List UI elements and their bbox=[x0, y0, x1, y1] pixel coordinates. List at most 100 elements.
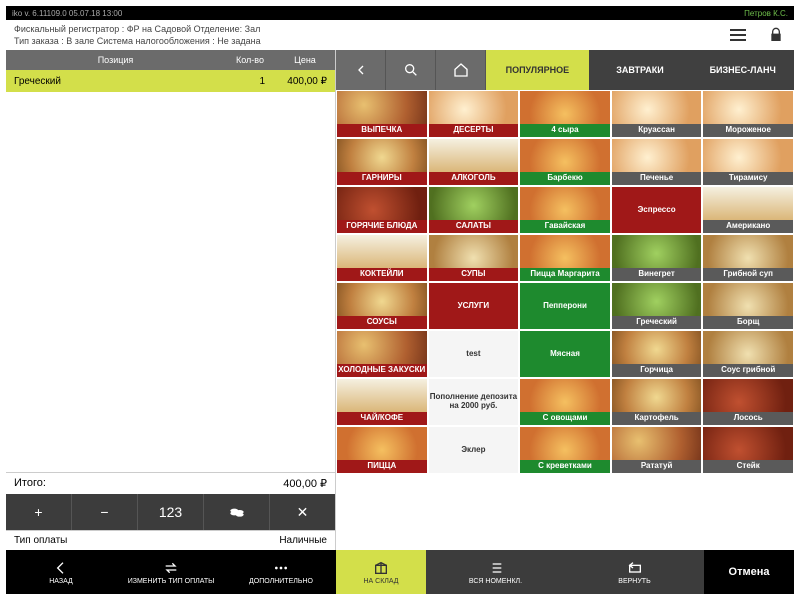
minus-button[interactable]: − bbox=[72, 494, 138, 530]
tile-label: ПИЦЦА bbox=[337, 460, 427, 473]
menu-panel: ПОПУЛЯРНОЕ ЗАВТРАКИ БИЗНЕС-ЛАНЧ ВЫПЕЧКАД… bbox=[336, 50, 794, 550]
tile-label: 4 сыра bbox=[520, 124, 610, 137]
tile-label: Горчица bbox=[612, 364, 702, 377]
order-row[interactable]: Греческий 1 400,00 ₽ bbox=[6, 70, 335, 92]
home-icon bbox=[453, 62, 469, 78]
category-tile[interactable]: ХОЛОДНЫЕ ЗАКУСКИ bbox=[336, 330, 428, 378]
box-icon bbox=[372, 560, 390, 576]
paytype-label: Тип оплаты bbox=[14, 535, 67, 546]
all-nomenclature-button[interactable]: ВСЯ НОМЕНКЛ. bbox=[426, 550, 565, 594]
col-qty: Кол-во bbox=[225, 55, 275, 65]
coins-button[interactable] bbox=[204, 494, 270, 530]
product-tile[interactable]: С овощами bbox=[519, 378, 611, 426]
product-tile[interactable]: Печенье bbox=[611, 138, 703, 186]
info-line-2: Тип заказа : В зале Система налогообложе… bbox=[14, 36, 261, 46]
return-button[interactable]: ВЕРНУТЬ bbox=[565, 550, 704, 594]
product-tile[interactable]: Грибной суп bbox=[702, 234, 794, 282]
tile-label: ЧАЙ/КОФЕ bbox=[337, 412, 427, 425]
product-tile[interactable]: Борщ bbox=[702, 282, 794, 330]
category-tile[interactable]: СУПЫ bbox=[428, 234, 520, 282]
category-tile[interactable]: УСЛУГИ bbox=[428, 282, 520, 330]
product-tile[interactable]: Пепперони bbox=[519, 282, 611, 330]
product-tile[interactable]: Американо bbox=[702, 186, 794, 234]
category-tile[interactable]: ДЕСЕРТЫ bbox=[428, 90, 520, 138]
tile-label: Круассан bbox=[612, 124, 702, 137]
tile-label: Лосось bbox=[703, 412, 793, 425]
product-tile[interactable]: С креветками bbox=[519, 426, 611, 474]
coins-icon bbox=[229, 504, 245, 520]
product-tile[interactable]: 4 сыра bbox=[519, 90, 611, 138]
product-tile[interactable]: Стейк bbox=[702, 426, 794, 474]
product-tile[interactable]: Винегрет bbox=[611, 234, 703, 282]
category-tile[interactable]: ЧАЙ/КОФЕ bbox=[336, 378, 428, 426]
change-payment-button[interactable]: ИЗМЕНИТЬ ТИП ОПЛАТЫ bbox=[116, 550, 226, 594]
product-tile[interactable]: Горчица bbox=[611, 330, 703, 378]
nav-back-button[interactable] bbox=[336, 50, 386, 90]
nav-home-button[interactable] bbox=[436, 50, 486, 90]
product-tile[interactable]: Барбекю bbox=[519, 138, 611, 186]
product-tile[interactable]: Пицца Маргарита bbox=[519, 234, 611, 282]
tile-label: С овощами bbox=[520, 412, 610, 425]
order-item-name: Греческий bbox=[10, 76, 221, 87]
tile-label: ДЕСЕРТЫ bbox=[429, 124, 519, 137]
clear-button[interactable]: ✕ bbox=[270, 494, 335, 530]
product-tile[interactable]: Круассан bbox=[611, 90, 703, 138]
category-tile[interactable]: ВЫПЕЧКА bbox=[336, 90, 428, 138]
tab-popular[interactable]: ПОПУЛЯРНОЕ bbox=[486, 50, 589, 90]
category-tile[interactable]: test bbox=[428, 330, 520, 378]
product-tile[interactable]: Соус грибной bbox=[702, 330, 794, 378]
version-text: iko v. 6.11109.0 05.07.18 13:00 bbox=[12, 9, 122, 18]
product-tile[interactable]: Гавайская bbox=[519, 186, 611, 234]
back-button[interactable]: НАЗАД bbox=[6, 550, 116, 594]
tile-label: САЛАТЫ bbox=[429, 220, 519, 233]
paytype-value: Наличные bbox=[279, 535, 327, 546]
list-icon bbox=[487, 560, 505, 576]
current-user: Петров К.С. bbox=[744, 9, 788, 18]
col-price: Цена bbox=[275, 55, 335, 65]
menu-button[interactable] bbox=[728, 25, 748, 45]
category-tile[interactable]: Пополнение депозита на 2000 руб. bbox=[428, 378, 520, 426]
tile-label: Пицца Маргарита bbox=[520, 268, 610, 281]
col-position: Позиция bbox=[6, 55, 225, 65]
order-rows: Греческий 1 400,00 ₽ bbox=[6, 70, 335, 472]
nav-search-button[interactable] bbox=[386, 50, 436, 90]
category-tile[interactable]: ГАРНИРЫ bbox=[336, 138, 428, 186]
order-header: Позиция Кол-во Цена bbox=[6, 50, 335, 70]
product-tile[interactable]: Картофель bbox=[611, 378, 703, 426]
product-tile[interactable]: Греческий bbox=[611, 282, 703, 330]
product-tile[interactable]: Рататуй bbox=[611, 426, 703, 474]
return-icon bbox=[626, 560, 644, 576]
category-tile[interactable]: АЛКОГОЛЬ bbox=[428, 138, 520, 186]
category-tile[interactable]: КОКТЕЙЛИ bbox=[336, 234, 428, 282]
tile-label: Печенье bbox=[612, 172, 702, 185]
product-tile[interactable]: Мороженое bbox=[702, 90, 794, 138]
lock-button[interactable] bbox=[766, 25, 786, 45]
swap-icon bbox=[162, 560, 180, 576]
product-tile[interactable]: Лосось bbox=[702, 378, 794, 426]
tile-label: test bbox=[429, 348, 519, 361]
category-tile[interactable]: ПИЦЦА bbox=[336, 426, 428, 474]
order-panel: Позиция Кол-во Цена Греческий 1 400,00 ₽… bbox=[6, 50, 336, 550]
category-grid: ВЫПЕЧКАДЕСЕРТЫ ГАРНИРЫАЛКОГОЛЬГОРЯЧИЕ БЛЮ… bbox=[336, 90, 519, 550]
numpad-123-button[interactable]: 123 bbox=[138, 494, 204, 530]
tab-business-lunch[interactable]: БИЗНЕС-ЛАНЧ bbox=[691, 50, 794, 90]
product-tile[interactable]: Мясная bbox=[519, 330, 611, 378]
tile-label: Борщ bbox=[703, 316, 793, 329]
tab-breakfast[interactable]: ЗАВТРАКИ bbox=[589, 50, 692, 90]
product-tile[interactable]: Эспрессо bbox=[611, 186, 703, 234]
category-tile[interactable]: ГОРЯЧИЕ БЛЮДА bbox=[336, 186, 428, 234]
tile-label: КОКТЕЙЛИ bbox=[337, 268, 427, 281]
tile-label: Стейк bbox=[703, 460, 793, 473]
category-tile[interactable]: САЛАТЫ bbox=[428, 186, 520, 234]
more-button[interactable]: ДОПОЛНИТЕЛЬНО bbox=[226, 550, 336, 594]
tile-label: ГАРНИРЫ bbox=[337, 172, 427, 185]
category-tile[interactable]: Эклер bbox=[428, 426, 520, 474]
tile-label: СУПЫ bbox=[429, 268, 519, 281]
tile-label: Тирамису bbox=[703, 172, 793, 185]
payment-type-row[interactable]: Тип оплаты Наличные bbox=[6, 530, 335, 550]
cancel-button[interactable]: Отмена bbox=[704, 550, 794, 594]
category-tile[interactable]: СОУСЫ bbox=[336, 282, 428, 330]
product-tile[interactable]: Тирамису bbox=[702, 138, 794, 186]
to-stock-button[interactable]: НА СКЛАД bbox=[336, 550, 426, 594]
plus-button[interactable]: + bbox=[6, 494, 72, 530]
